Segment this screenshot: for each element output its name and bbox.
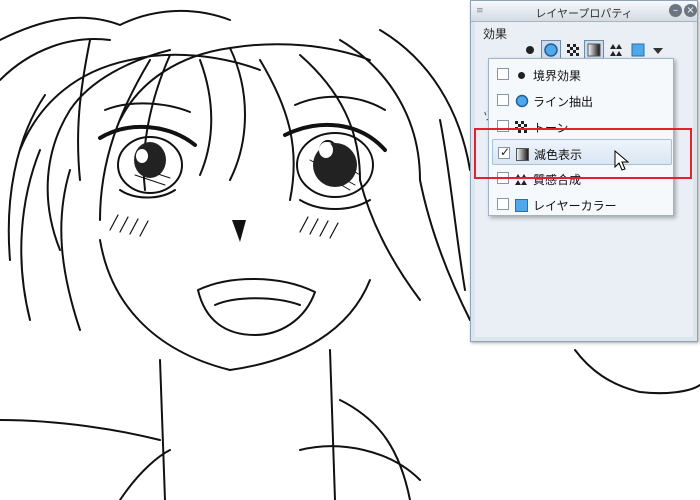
tone-icon[interactable] [563,40,583,60]
checkbox[interactable] [497,68,509,80]
highlight-annotation-box [474,128,692,179]
minimize-button[interactable]: – [669,4,682,17]
close-button[interactable]: × [684,4,697,17]
dropdown-arrow-icon[interactable] [648,40,668,60]
menu-item-line-extraction[interactable]: ライン抽出 [489,87,673,113]
texture-icon[interactable] [606,40,626,60]
layer-color-icon [515,197,528,212]
color-reduction-icon[interactable] [584,40,604,60]
mouse-cursor-icon [614,150,630,171]
layer-color-icon[interactable] [628,40,648,60]
border-effect-icon [515,67,528,80]
line-extraction-icon [515,93,529,108]
checkbox[interactable] [497,198,509,210]
border-effect-icon[interactable] [520,40,540,60]
panel-title: レイヤープロパティ [535,7,633,20]
menu-item-border-effect[interactable]: 境界効果 [489,61,673,87]
panel-titlebar[interactable]: ≡ レイヤープロパティ – × [471,1,697,22]
checkbox[interactable] [497,94,509,106]
menu-item-label: レイヤーカラー [533,199,617,213]
menu-item-label: ライン抽出 [533,95,594,109]
menu-item-label: 境界効果 [533,69,582,83]
menu-item-layer-color[interactable]: レイヤーカラー [489,191,673,217]
line-extraction-icon[interactable] [541,40,561,60]
effect-section-label: 効果 [483,27,508,41]
